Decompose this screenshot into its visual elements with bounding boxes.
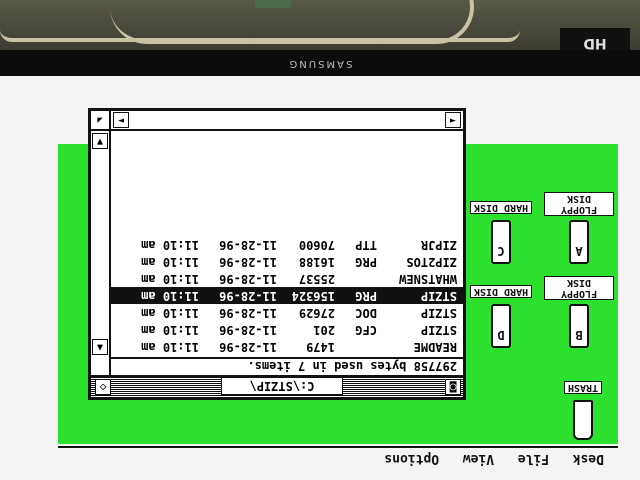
- file-row[interactable]: WHATSNEW 25537 11-28-96 11:10 am: [111, 270, 463, 287]
- file-ext: PRG: [355, 255, 377, 269]
- floppy-disk-a-icon[interactable]: A FLOPPY DISK: [544, 192, 614, 264]
- menu-view[interactable]: View: [463, 447, 494, 469]
- menu-bar: Desk File View Options: [58, 446, 618, 470]
- icon-label: FLOPPY DISK: [544, 276, 614, 300]
- trash-icon-group[interactable]: TRASH: [548, 381, 618, 440]
- file-name: ZIPJR: [420, 238, 457, 252]
- file-date: 11-28-96: [219, 289, 277, 303]
- window-title: C:\STZIP\: [221, 377, 343, 395]
- file-name: STZIP: [420, 323, 457, 337]
- floppy-drive-icon: B: [569, 304, 589, 348]
- file-name: README: [413, 340, 457, 354]
- file-row[interactable]: ZIPJR TTP 70600 11-28-96 11:10 am: [111, 236, 463, 253]
- file-size: 16188: [298, 255, 335, 269]
- monitor-screen: Desk File View Options A FLOPPY DISK C H…: [0, 76, 640, 480]
- floppy-drive-icon: A: [569, 220, 589, 264]
- file-name: WHATSNEW: [399, 272, 457, 286]
- floppy-disk-b-icon[interactable]: B FLOPPY DISK: [544, 276, 614, 348]
- file-ext: TTP: [355, 238, 377, 252]
- resize-box-icon[interactable]: ◢: [91, 111, 111, 131]
- file-date: 11-28-96: [219, 340, 277, 354]
- file-list: README 1479 11-28-96 11:10 am STZIP CFG …: [111, 236, 463, 355]
- file-size: 156324: [291, 289, 335, 303]
- file-date: 11-28-96: [219, 306, 277, 320]
- hard-disk-c-icon[interactable]: C HARD DISK: [466, 201, 536, 264]
- hard-drive-icon: C: [491, 220, 511, 264]
- file-time: 11:10 am: [141, 306, 199, 320]
- file-name: STZIP: [420, 306, 457, 320]
- desktop: A FLOPPY DISK C HARD DISK B FLOPPY DISK …: [58, 108, 618, 444]
- window-title-bar[interactable]: ◙ C:\STZIP\ ◇: [91, 375, 463, 397]
- icon-label: FLOPPY DISK: [544, 192, 614, 216]
- file-date: 11-28-96: [219, 255, 277, 269]
- file-time: 11:10 am: [141, 238, 199, 252]
- file-size: 201: [313, 323, 335, 337]
- menu-desk[interactable]: Desk: [573, 447, 604, 469]
- file-size: 25537: [298, 272, 335, 286]
- scroll-up-arrow-icon[interactable]: ▲: [92, 339, 108, 355]
- file-ext: CFG: [355, 323, 377, 337]
- window-info-line: 297758 bytes used in 7 items.: [111, 357, 463, 375]
- file-date: 11-28-96: [219, 323, 277, 337]
- file-row[interactable]: ZIP2TOS PRG 16188 11-28-96 11:10 am: [111, 253, 463, 270]
- file-time: 11:10 am: [141, 255, 199, 269]
- file-time: 11:10 am: [141, 289, 199, 303]
- file-date: 11-28-96: [219, 238, 277, 252]
- file-row[interactable]: STZIP DOC 27629 11-28-96 11:10 am: [111, 304, 463, 321]
- hard-disk-d-icon[interactable]: D HARD DISK: [466, 285, 536, 348]
- hard-drive-icon: D: [491, 304, 511, 348]
- atari-desktop-display: Desk File View Options A FLOPPY DISK C H…: [58, 104, 618, 480]
- menu-file[interactable]: File: [518, 447, 549, 469]
- file-size: 70600: [298, 238, 335, 252]
- desk-background: HD SAMSUNG: [0, 0, 640, 80]
- icon-label: HARD DISK: [469, 285, 533, 298]
- monitor-brand: SAMSUNG: [287, 58, 353, 69]
- file-size: 27629: [298, 306, 335, 320]
- icon-label: HARD DISK: [469, 201, 533, 214]
- menu-options[interactable]: Options: [384, 447, 439, 469]
- circuit-board: [255, 0, 291, 8]
- scroll-down-arrow-icon[interactable]: ▼: [92, 133, 108, 149]
- close-box-icon[interactable]: ◙: [445, 379, 461, 395]
- file-ext: DOC: [355, 306, 377, 320]
- file-row[interactable]: STZIP CFG 201 11-28-96 11:10 am: [111, 321, 463, 338]
- file-time: 11:10 am: [141, 272, 199, 286]
- vertical-scrollbar[interactable]: ▲ ▼: [91, 113, 111, 375]
- icon-label: TRASH: [563, 381, 603, 394]
- file-time: 11:10 am: [141, 323, 199, 337]
- file-time: 11:10 am: [141, 340, 199, 354]
- directory-window[interactable]: ◙ C:\STZIP\ ◇ 297758 bytes used in 7 ite…: [88, 108, 466, 400]
- file-name: ZIP2TOS: [406, 255, 457, 269]
- horizontal-scrollbar[interactable]: ◄ ►: [111, 111, 463, 131]
- cable: [0, 18, 520, 42]
- trash-can-icon: [573, 400, 593, 440]
- scroll-left-arrow-icon[interactable]: ◄: [445, 112, 461, 128]
- file-row[interactable]: README 1479 11-28-96 11:10 am: [111, 338, 463, 355]
- file-ext: PRG: [355, 289, 377, 303]
- file-date: 11-28-96: [219, 272, 277, 286]
- file-name: STZIP: [420, 289, 457, 303]
- full-box-icon[interactable]: ◇: [95, 379, 111, 395]
- file-size: 1479: [306, 340, 335, 354]
- scroll-right-arrow-icon[interactable]: ►: [113, 112, 129, 128]
- file-row-selected[interactable]: STZIP PRG 156324 11-28-96 11:10 am: [111, 287, 463, 304]
